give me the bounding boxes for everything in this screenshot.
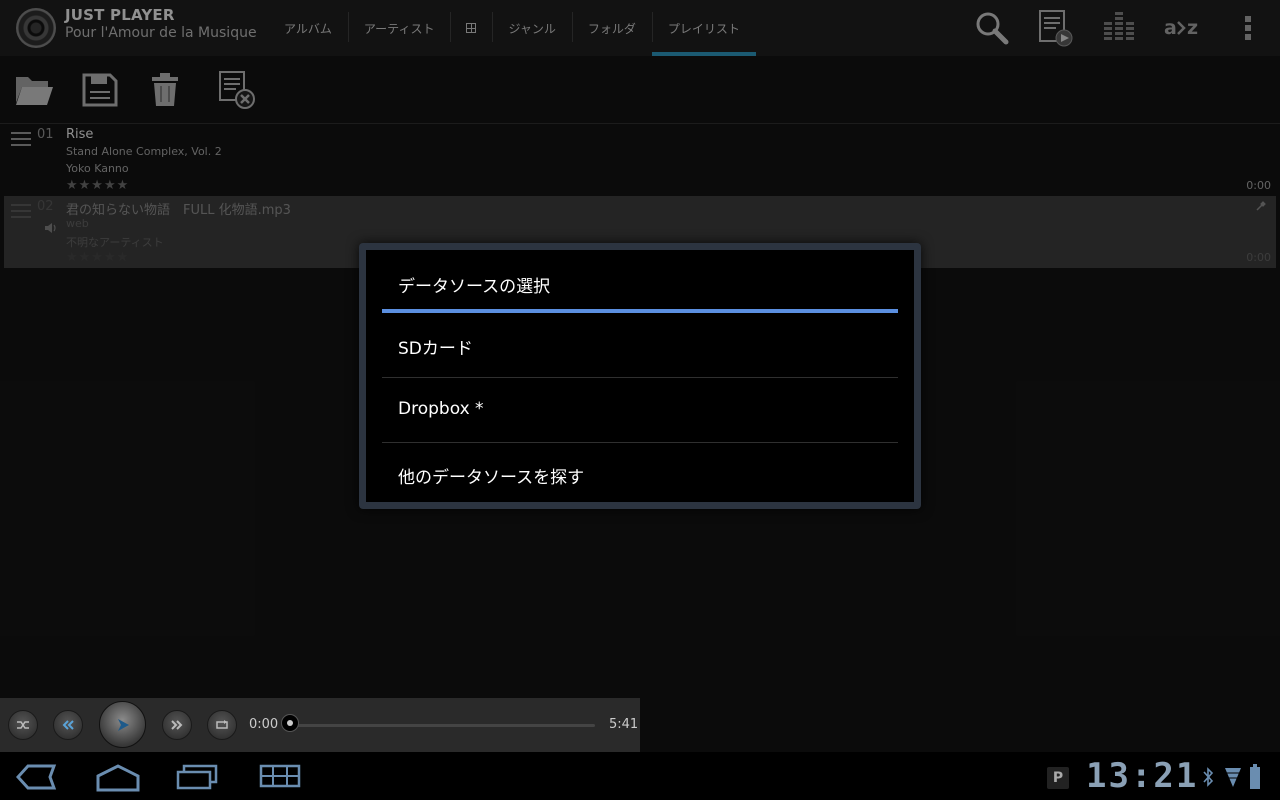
dialog-body: データソースの選択 SDカード Dropbox * 他のデータソースを探す [366, 250, 914, 502]
status-clock[interactable]: 13:21 [1086, 756, 1198, 796]
repeat-button[interactable] [207, 710, 237, 740]
system-bar: P 13:21 [0, 752, 1280, 800]
next-button[interactable] [162, 710, 192, 740]
source-option-sdcard[interactable]: SDカード [382, 314, 898, 378]
play-icon [117, 718, 129, 731]
total-time: 5:41 [609, 717, 639, 732]
recent-apps-button[interactable] [176, 764, 218, 794]
previous-button[interactable] [53, 710, 83, 740]
back-icon [15, 764, 57, 790]
battery-icon [1250, 764, 1260, 789]
app-root: JUST PLAYER Pour l'Amour de la Musique ア… [0, 0, 1280, 800]
dialog-title-divider [382, 309, 898, 313]
wifi-icon [1225, 768, 1241, 787]
home-icon [96, 764, 140, 792]
bluetooth-icon [1203, 767, 1214, 787]
source-option-dropbox[interactable]: Dropbox * [382, 379, 898, 443]
shuffle-button[interactable] [8, 710, 38, 740]
shuffle-icon [17, 721, 29, 729]
source-option-find-more[interactable]: 他のデータソースを探す [382, 443, 898, 507]
notification-icon[interactable]: P [1047, 767, 1069, 789]
rewind-icon [62, 720, 74, 730]
back-button[interactable] [15, 764, 58, 794]
source-option-label: SDカード [398, 339, 473, 359]
player-bar: 0:00 5:41 [0, 698, 640, 752]
fast-forward-icon [171, 720, 183, 730]
play-button[interactable] [99, 701, 146, 748]
repeat-icon [216, 720, 228, 729]
seek-handle[interactable] [281, 714, 299, 732]
recent-apps-icon [176, 764, 218, 790]
home-button[interactable] [96, 764, 140, 796]
screenshot-button[interactable] [259, 764, 301, 792]
elapsed-time: 0:00 [249, 717, 279, 732]
source-option-label: Dropbox * [398, 399, 484, 419]
source-option-label: 他のデータソースを探す [398, 468, 585, 488]
seek-bar[interactable] [290, 724, 595, 727]
grid-menu-icon [259, 764, 301, 788]
data-source-dialog: データソースの選択 SDカード Dropbox * 他のデータソースを探す [359, 243, 921, 509]
dialog-title: データソースの選択 [398, 277, 551, 297]
